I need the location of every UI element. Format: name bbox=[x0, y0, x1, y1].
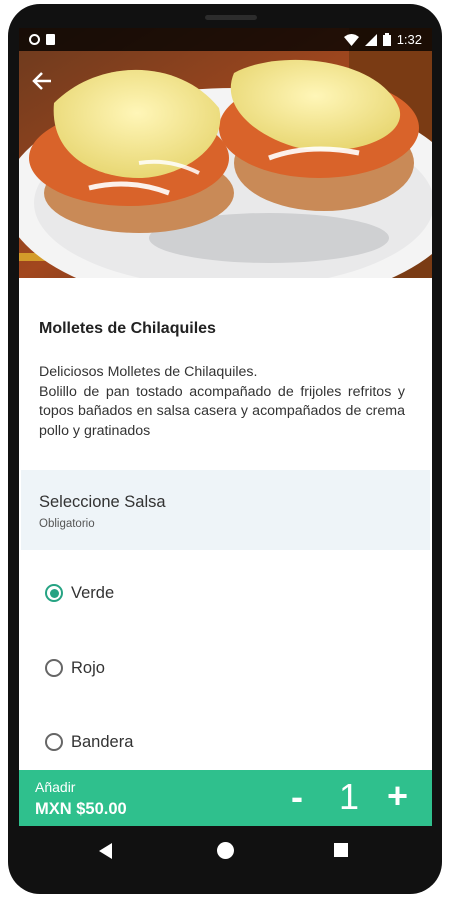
option-label: Bandera bbox=[71, 732, 134, 751]
signal-icon bbox=[364, 33, 377, 46]
required-label: Obligatorio bbox=[39, 518, 95, 530]
sd-card-icon bbox=[46, 34, 55, 45]
wifi-icon bbox=[343, 33, 359, 46]
nav-back-icon[interactable] bbox=[99, 843, 112, 859]
battery-icon bbox=[382, 33, 391, 46]
radio-option-rojo[interactable]: Rojo bbox=[45, 653, 105, 683]
back-button[interactable] bbox=[29, 70, 55, 96]
description-line-2: Bolillo de pan tostado acompañado de fri… bbox=[39, 383, 405, 439]
add-to-cart-bar: Añadir MXN $50.00 - 1 + bbox=[19, 770, 432, 826]
increase-quantity-button[interactable]: + bbox=[387, 778, 408, 814]
option-label: Rojo bbox=[71, 658, 105, 677]
decrease-quantity-button[interactable]: - bbox=[291, 779, 303, 815]
radio-button-selected[interactable] bbox=[45, 584, 63, 602]
radio-button[interactable] bbox=[45, 733, 63, 751]
status-bar: 1:32 bbox=[19, 28, 432, 51]
product-description: Deliciosos Molletes de Chilaquiles. Boli… bbox=[39, 363, 405, 441]
add-to-cart-button[interactable]: Añadir bbox=[35, 779, 75, 795]
arrow-left-icon bbox=[32, 72, 51, 90]
radio-option-bandera[interactable]: Bandera bbox=[45, 727, 133, 757]
radio-button[interactable] bbox=[45, 659, 63, 677]
sauce-section-header: Seleccione Salsa Obligatorio bbox=[21, 470, 430, 550]
quantity-value: 1 bbox=[339, 776, 360, 817]
price-label: MXN $50.00 bbox=[35, 800, 127, 818]
notification-icon bbox=[29, 34, 40, 45]
system-nav-bar bbox=[19, 826, 432, 876]
description-line-1: Deliciosos Molletes de Chilaquiles. bbox=[39, 364, 258, 380]
speaker-grille bbox=[205, 15, 257, 20]
product-title: Molletes de Chilaquiles bbox=[39, 320, 216, 337]
radio-option-verde[interactable]: Verde bbox=[45, 578, 114, 608]
product-image bbox=[19, 28, 432, 278]
nav-home-icon[interactable] bbox=[217, 842, 234, 859]
status-time: 1:32 bbox=[396, 32, 422, 47]
nav-recent-apps-icon[interactable] bbox=[334, 843, 348, 857]
app-screen: 1:32 Molletes de Chilaquiles Deliciosos … bbox=[19, 28, 432, 826]
option-label: Verde bbox=[71, 583, 115, 602]
sauce-section-title: Seleccione Salsa bbox=[39, 493, 166, 511]
